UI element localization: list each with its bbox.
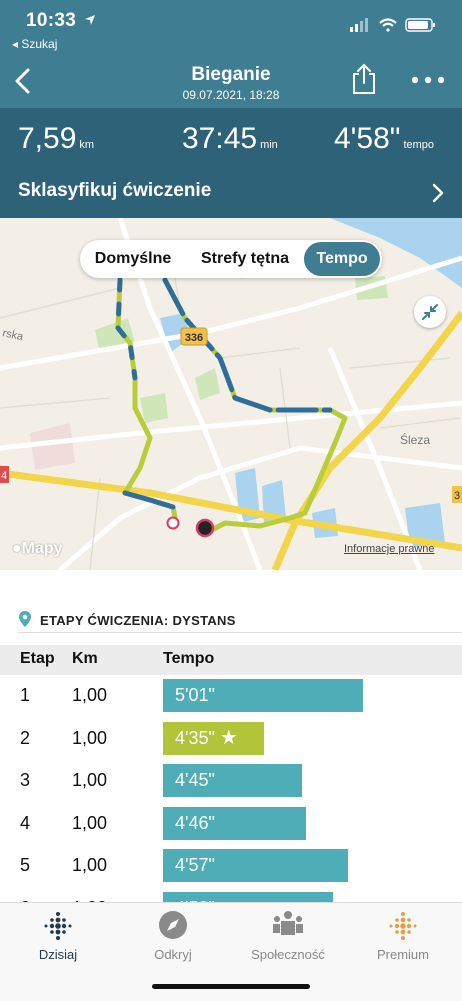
app-header: 10:33 ◂ Szukaj Bieganie 09.07.2021, 18:2…: [0, 0, 462, 108]
status-time: 10:33: [26, 10, 77, 31]
pace-unit: tempo: [403, 139, 435, 151]
maps-logo: ●Mapy: [12, 540, 63, 558]
split-index: 1: [20, 685, 31, 705]
split-row: 3 1,00 4'45": [0, 760, 462, 802]
distance-unit: km: [79, 139, 95, 151]
split-pace-bar: 4'45": [163, 764, 303, 797]
road-number-label: 4: [1, 470, 7, 482]
apple-logo-icon: ●: [12, 540, 22, 557]
splits-table-header: Etap Km Tempo: [0, 645, 462, 675]
collapse-map-button[interactable]: [414, 296, 446, 328]
distance-value: 7,59: [18, 122, 77, 155]
home-indicator: [152, 984, 310, 989]
wifi-icon: [379, 18, 397, 32]
people-icon: [273, 911, 303, 935]
tab-today[interactable]: Dzisiaj: [3, 909, 113, 962]
chevron-right-icon[interactable]: [430, 182, 446, 204]
split-pace-bar: 4'57": [163, 849, 348, 882]
split-pace-bar: 5'01": [163, 679, 363, 712]
page-subtitle-datetime: 09.07.2021, 18:28: [182, 88, 280, 102]
split-index: 4: [20, 812, 31, 833]
splits-title: ETAPY ĆWICZENIA: DYSTANS: [40, 613, 236, 628]
road-number-label: 336: [185, 332, 203, 344]
cellular-signal-icon: [350, 18, 368, 32]
split-row: 2 1,00 4'35" ★: [0, 718, 462, 760]
dots-logo-icon: [44, 912, 72, 940]
split-pace-value: 4'46": [175, 812, 215, 833]
back-to-app-link[interactable]: ◂ Szukaj: [12, 37, 57, 51]
split-row: 5 1,00 4'57": [0, 845, 462, 887]
tab-label-premium: Premium: [376, 947, 429, 962]
page-title: Bieganie: [191, 64, 271, 85]
column-header-km: Km: [72, 650, 98, 667]
location-arrow-icon: [85, 15, 95, 25]
compass-icon: [159, 911, 187, 939]
tab-label-today: Dzisiaj: [38, 947, 78, 962]
place-label: Śleza: [400, 432, 430, 447]
duration-unit: min: [260, 139, 278, 151]
pace-value: 4'58": [334, 122, 401, 155]
split-pace-value: 4'35": [175, 727, 215, 748]
split-distance: 1,00: [72, 685, 108, 705]
split-distance: 1,00: [72, 770, 108, 790]
segment-pace[interactable]: Tempo: [304, 242, 380, 276]
status-icons: [350, 16, 440, 39]
tab-discover[interactable]: Odkryj: [118, 909, 228, 962]
splits-header: ETAPY ĆWICZENIA: DYSTANS: [18, 610, 462, 633]
segment-heart-zones[interactable]: Strefy tętna: [188, 240, 302, 278]
column-header-tempo: Tempo: [163, 650, 215, 667]
split-pace-bar: 4'35" ★: [163, 721, 265, 755]
split-distance: 1,00: [72, 855, 108, 875]
distance-stat: 7,59 km: [18, 122, 94, 156]
split-row: 4 1,00 4'46": [0, 803, 462, 845]
pace-stat: 4'58" tempo: [334, 122, 434, 156]
share-icon[interactable]: [350, 62, 378, 96]
split-row: 1 1,00 5'01": [0, 675, 462, 717]
column-header-etap: Etap: [20, 650, 55, 667]
premium-dots-icon: [389, 912, 417, 940]
exercise-summary: 7,59 km 37:45 min 4'58" tempo Sklasyfikuj ć…: [0, 108, 462, 218]
split-pace-bar: 4'46": [163, 806, 306, 840]
split-distance: 1,00: [72, 727, 108, 748]
map-mode-segmented-control[interactable]: Domyślne Strefy tętna Tempo: [80, 240, 382, 278]
split-index: 2: [20, 727, 31, 748]
split-index: 3: [20, 770, 31, 790]
tab-premium[interactable]: Premium: [348, 909, 458, 962]
duration-stat: 37:45 min: [182, 122, 278, 156]
split-pace-value: 4'57": [175, 855, 215, 875]
split-index: 5: [20, 855, 31, 875]
collapse-arrows-icon: [422, 304, 438, 320]
classify-exercise-button[interactable]: Sklasyfikuj ćwiczenie: [18, 180, 211, 202]
road-number-label: 3: [454, 490, 460, 502]
tab-community[interactable]: Społeczność: [233, 909, 343, 962]
duration-value: 37:45: [182, 122, 258, 155]
best-split-star-icon: ★: [219, 726, 238, 749]
maps-logo-text: Mapy: [21, 540, 63, 557]
split-pace-value: 5'01": [175, 685, 215, 705]
tab-label-discover: Odkryj: [154, 947, 192, 962]
tab-label-community: Społeczność: [251, 947, 325, 962]
map-pin-icon: [19, 611, 31, 627]
split-distance: 1,00: [72, 812, 108, 833]
legal-info-link[interactable]: Informacje prawne: [344, 543, 435, 555]
battery-icon: [405, 18, 435, 32]
split-pace-value: 4'45": [175, 770, 215, 790]
more-options-icon[interactable]: [410, 72, 446, 88]
street-label: rska: [1, 327, 25, 343]
segment-default[interactable]: Domyślne: [80, 240, 186, 278]
